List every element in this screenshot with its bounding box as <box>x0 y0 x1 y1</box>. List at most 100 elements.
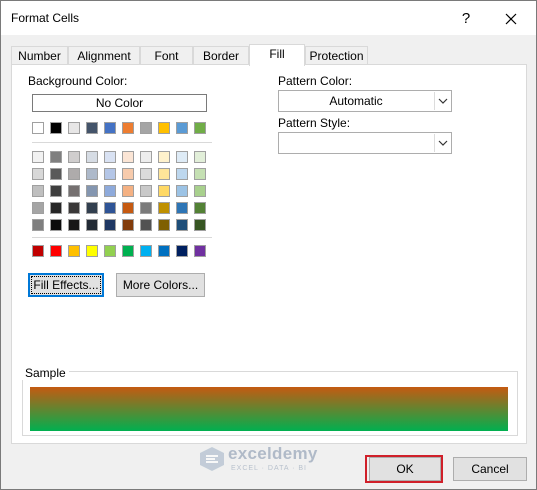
color-swatch[interactable] <box>122 245 134 257</box>
color-swatch[interactable] <box>158 168 170 180</box>
color-swatch[interactable] <box>176 219 188 231</box>
fill-effects-button[interactable]: Fill Effects... <box>28 273 104 297</box>
tab-border[interactable]: Border <box>193 46 249 65</box>
color-swatch[interactable] <box>194 185 206 197</box>
cancel-button[interactable]: Cancel <box>453 457 527 481</box>
tab-number[interactable]: Number <box>11 46 68 65</box>
color-swatch[interactable] <box>68 202 80 214</box>
close-button[interactable] <box>494 6 528 32</box>
color-swatch[interactable] <box>194 122 206 134</box>
color-swatch[interactable] <box>50 245 62 257</box>
color-swatch[interactable] <box>194 151 206 163</box>
color-swatch[interactable] <box>32 202 44 214</box>
color-swatch[interactable] <box>158 151 170 163</box>
ok-button[interactable]: OK <box>369 457 441 481</box>
color-swatch[interactable] <box>176 122 188 134</box>
color-swatch[interactable] <box>104 151 116 163</box>
no-color-button[interactable]: No Color <box>32 94 207 112</box>
more-colors-button[interactable]: More Colors... <box>116 273 205 297</box>
color-swatch[interactable] <box>104 122 116 134</box>
color-swatch[interactable] <box>86 185 98 197</box>
color-swatch[interactable] <box>32 168 44 180</box>
color-swatch[interactable] <box>158 185 170 197</box>
background-color-label: Background Color: <box>28 74 128 88</box>
color-swatch[interactable] <box>104 202 116 214</box>
color-swatch[interactable] <box>50 202 62 214</box>
color-swatch[interactable] <box>140 202 152 214</box>
color-swatch[interactable] <box>176 202 188 214</box>
color-swatch[interactable] <box>140 245 152 257</box>
color-swatch[interactable] <box>104 185 116 197</box>
fill-effects-label: Fill Effects... <box>31 276 101 294</box>
color-swatch[interactable] <box>86 168 98 180</box>
color-swatch[interactable] <box>158 245 170 257</box>
color-swatch[interactable] <box>68 151 80 163</box>
color-swatch[interactable] <box>140 122 152 134</box>
color-swatch[interactable] <box>86 122 98 134</box>
help-button[interactable]: ? <box>451 6 481 32</box>
dropdown-arrow[interactable] <box>434 134 450 152</box>
tab-font[interactable]: Font <box>140 46 193 65</box>
color-swatch[interactable] <box>194 219 206 231</box>
sample-preview <box>30 387 508 431</box>
color-swatch[interactable] <box>32 185 44 197</box>
chevron-down-icon <box>438 140 448 146</box>
color-swatch[interactable] <box>140 219 152 231</box>
title-bar: Format Cells ? <box>1 1 536 35</box>
tab-protection[interactable]: Protection <box>305 46 368 65</box>
color-swatch[interactable] <box>122 202 134 214</box>
pattern-style-dropdown[interactable] <box>278 132 452 154</box>
color-swatch[interactable] <box>50 151 62 163</box>
color-swatch[interactable] <box>50 219 62 231</box>
color-swatch[interactable] <box>68 245 80 257</box>
palette-separator <box>32 237 212 238</box>
close-icon <box>505 13 517 25</box>
color-swatch[interactable] <box>158 219 170 231</box>
color-swatch[interactable] <box>140 151 152 163</box>
sample-label: Sample <box>22 366 69 380</box>
color-swatch[interactable] <box>158 202 170 214</box>
color-swatch[interactable] <box>86 202 98 214</box>
tab-alignment[interactable]: Alignment <box>68 46 140 65</box>
color-swatch[interactable] <box>122 151 134 163</box>
palette-separator <box>32 142 212 143</box>
color-swatch[interactable] <box>158 122 170 134</box>
pattern-color-dropdown[interactable]: Automatic <box>278 90 452 112</box>
color-swatch[interactable] <box>68 185 80 197</box>
color-swatch[interactable] <box>32 151 44 163</box>
color-swatch[interactable] <box>140 168 152 180</box>
color-swatch[interactable] <box>122 122 134 134</box>
color-swatch[interactable] <box>68 122 80 134</box>
color-swatch[interactable] <box>122 219 134 231</box>
color-swatch[interactable] <box>104 219 116 231</box>
color-swatch[interactable] <box>68 219 80 231</box>
color-swatch[interactable] <box>104 168 116 180</box>
dialog-title: Format Cells <box>11 11 80 25</box>
color-swatch[interactable] <box>50 185 62 197</box>
watermark-name: exceldemy <box>228 444 318 463</box>
tab-fill[interactable]: Fill <box>249 44 305 66</box>
color-swatch[interactable] <box>122 168 134 180</box>
format-cells-dialog: Format Cells ? Number Alignment Font Bor… <box>0 0 537 490</box>
color-swatch[interactable] <box>50 168 62 180</box>
color-swatch[interactable] <box>86 219 98 231</box>
color-swatch[interactable] <box>176 151 188 163</box>
color-swatch[interactable] <box>194 202 206 214</box>
color-swatch[interactable] <box>86 245 98 257</box>
color-swatch[interactable] <box>68 168 80 180</box>
color-swatch[interactable] <box>176 168 188 180</box>
color-swatch[interactable] <box>32 219 44 231</box>
color-swatch[interactable] <box>176 185 188 197</box>
exceldemy-logo-icon <box>200 447 224 471</box>
dropdown-arrow[interactable] <box>434 92 450 110</box>
color-swatch[interactable] <box>32 122 44 134</box>
color-swatch[interactable] <box>86 151 98 163</box>
color-swatch[interactable] <box>50 122 62 134</box>
color-swatch[interactable] <box>194 245 206 257</box>
color-swatch[interactable] <box>122 185 134 197</box>
color-swatch[interactable] <box>32 245 44 257</box>
color-swatch[interactable] <box>176 245 188 257</box>
color-swatch[interactable] <box>104 245 116 257</box>
color-swatch[interactable] <box>194 168 206 180</box>
color-swatch[interactable] <box>140 185 152 197</box>
